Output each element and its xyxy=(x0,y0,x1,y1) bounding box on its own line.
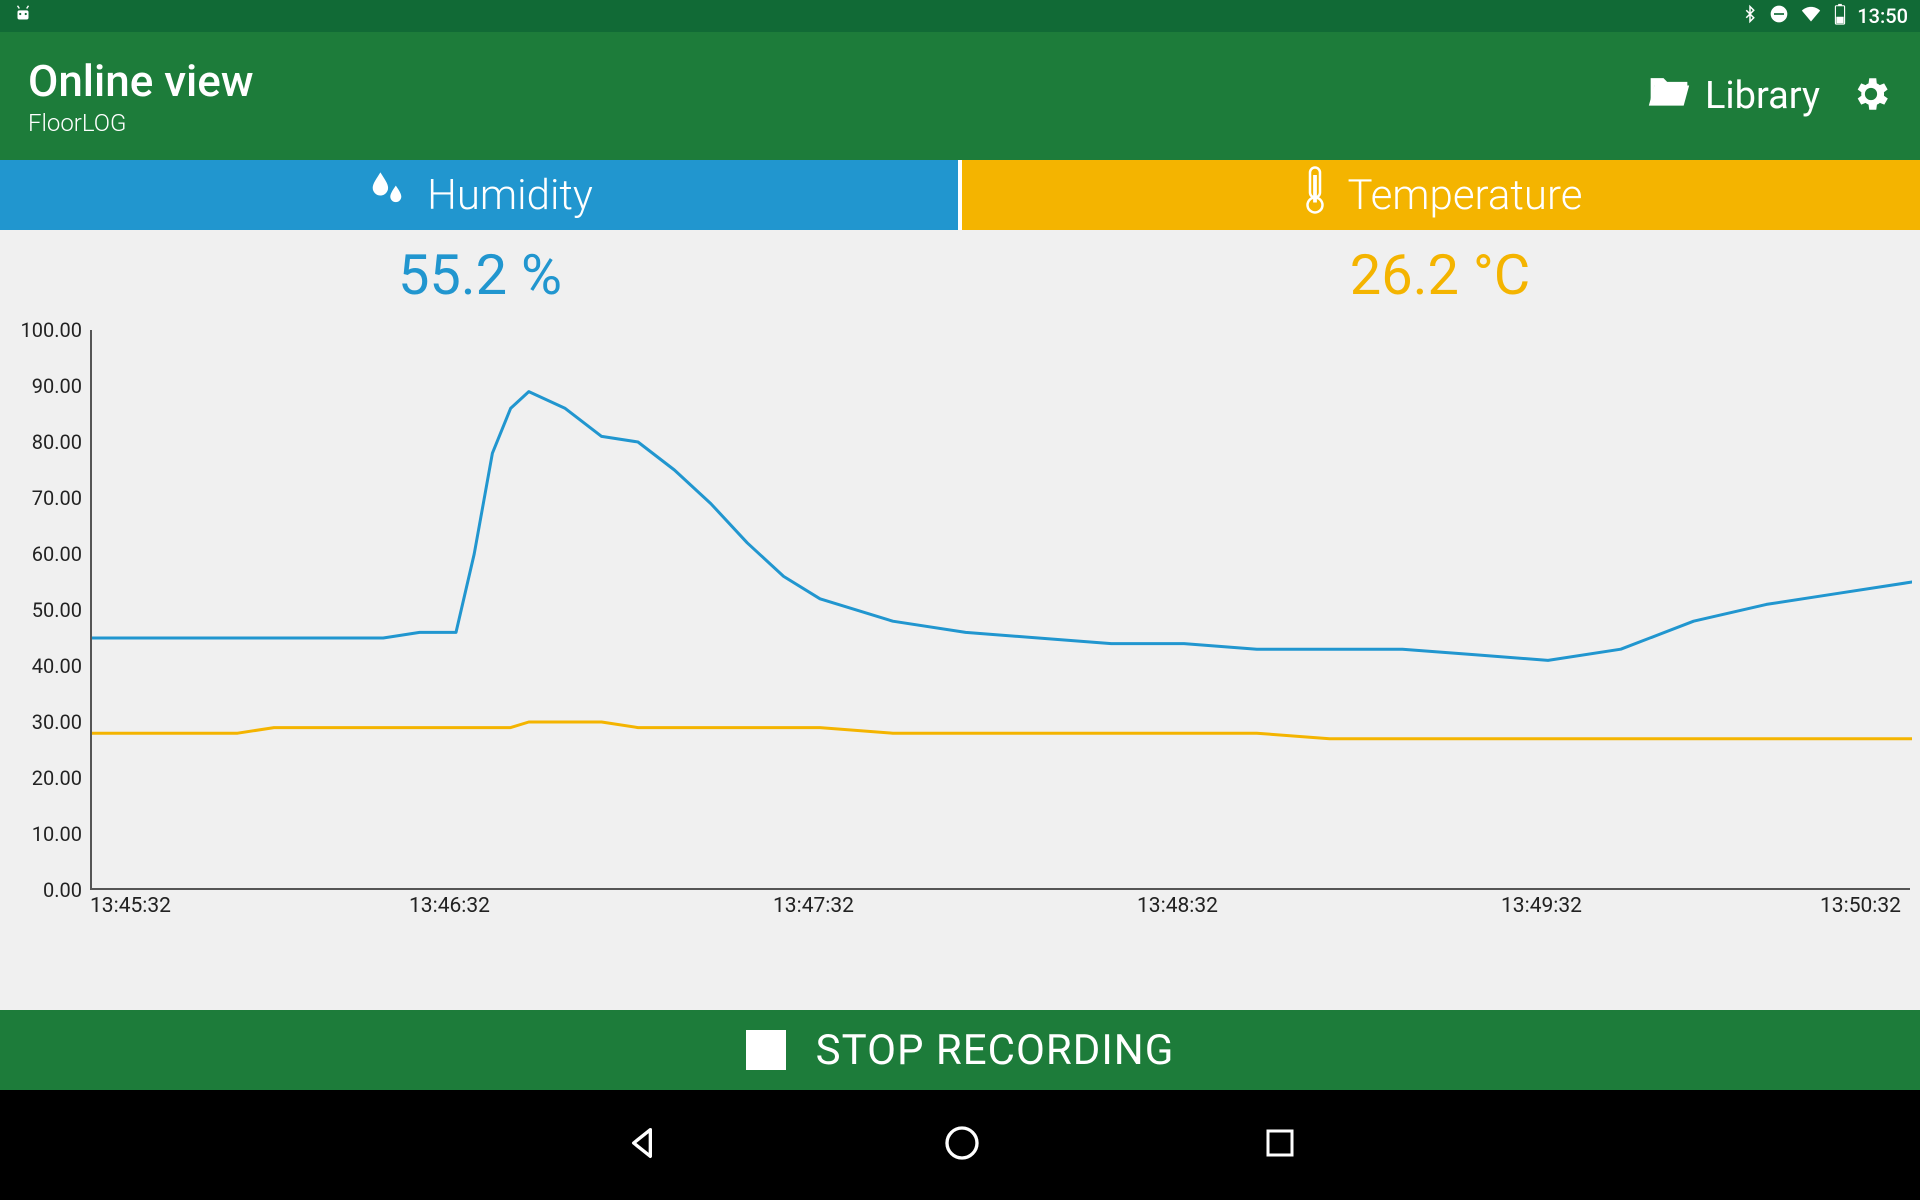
library-button[interactable]: Library xyxy=(1647,72,1820,120)
tab-humidity[interactable]: Humidity xyxy=(0,160,962,230)
tab-humidity-label: Humidity xyxy=(427,171,593,220)
sensor-tabs: Humidity Temperature xyxy=(0,160,1920,230)
page-subtitle: FloorLOG xyxy=(28,109,254,137)
chart-container: 0.00 10.00 20.00 30.00 40.00 50.00 60.00 70.00 8… xyxy=(0,320,1920,1010)
stop-icon xyxy=(746,1030,786,1070)
y-tick-label: 0.00 xyxy=(43,878,82,902)
y-tick-label: 90.00 xyxy=(32,374,82,398)
y-tick-label: 80.00 xyxy=(32,430,82,454)
circle-home-icon xyxy=(942,1123,982,1167)
robot-icon xyxy=(12,3,34,30)
chart-series-humidity xyxy=(92,392,1912,661)
y-tick-label: 30.00 xyxy=(32,710,82,734)
y-tick-label: 50.00 xyxy=(32,598,82,622)
humidity-value: 55.2 % xyxy=(0,230,960,320)
chart-x-axis: 13:45:3213:46:3213:47:3213:48:3213:49:32… xyxy=(90,894,1910,914)
y-tick-label: 10.00 xyxy=(32,822,82,846)
gear-icon xyxy=(1850,100,1892,119)
y-tick-label: 70.00 xyxy=(32,486,82,510)
y-tick-label: 100.00 xyxy=(21,318,82,342)
nav-recent-button[interactable] xyxy=(1262,1125,1298,1165)
triangle-back-icon xyxy=(622,1123,662,1167)
stop-recording-button[interactable]: STOP RECORDING xyxy=(0,1010,1920,1090)
library-label: Library xyxy=(1705,74,1820,118)
settings-button[interactable] xyxy=(1850,73,1892,119)
nav-back-button[interactable] xyxy=(622,1123,662,1167)
wifi-icon xyxy=(1799,4,1823,29)
chart-series-temperature xyxy=(92,722,1912,739)
humidity-droplets-icon xyxy=(365,168,409,223)
stop-recording-label: STOP RECORDING xyxy=(816,1026,1175,1075)
x-tick-label: 13:49:32 xyxy=(1501,894,1582,918)
y-tick-label: 20.00 xyxy=(32,766,82,790)
android-status-bar: 13:50 xyxy=(0,0,1920,32)
x-tick-label: 13:46:32 xyxy=(409,894,490,918)
tab-temperature[interactable]: Temperature xyxy=(962,160,1920,230)
temperature-value: 26.2 °C xyxy=(960,230,1920,320)
current-readings: 55.2 % 26.2 °C xyxy=(0,230,1920,320)
x-tick-label: 13:48:32 xyxy=(1137,894,1218,918)
do-not-disturb-icon xyxy=(1769,4,1789,29)
app-bar: Online view FloorLOG Library xyxy=(0,32,1920,160)
thermometer-icon xyxy=(1300,165,1330,226)
folder-open-icon xyxy=(1647,72,1691,120)
x-tick-label: 13:47:32 xyxy=(773,894,854,918)
x-tick-label: 13:50:32 xyxy=(1820,894,1901,918)
battery-icon xyxy=(1833,3,1847,30)
page-title: Online view xyxy=(28,55,254,107)
bluetooth-icon xyxy=(1741,3,1759,30)
android-nav-bar xyxy=(0,1090,1920,1200)
tab-temperature-label: Temperature xyxy=(1348,171,1583,220)
nav-home-button[interactable] xyxy=(942,1123,982,1167)
chart-y-axis: 0.0010.0020.0030.0040.0050.0060.0070.008… xyxy=(0,330,88,890)
square-recent-icon xyxy=(1262,1125,1298,1165)
x-tick-label: 13:45:32 xyxy=(90,894,171,918)
y-tick-label: 60.00 xyxy=(32,542,82,566)
status-time: 13:50 xyxy=(1857,4,1908,28)
chart-plot-area[interactable] xyxy=(90,330,1910,890)
y-tick-label: 40.00 xyxy=(32,654,82,678)
